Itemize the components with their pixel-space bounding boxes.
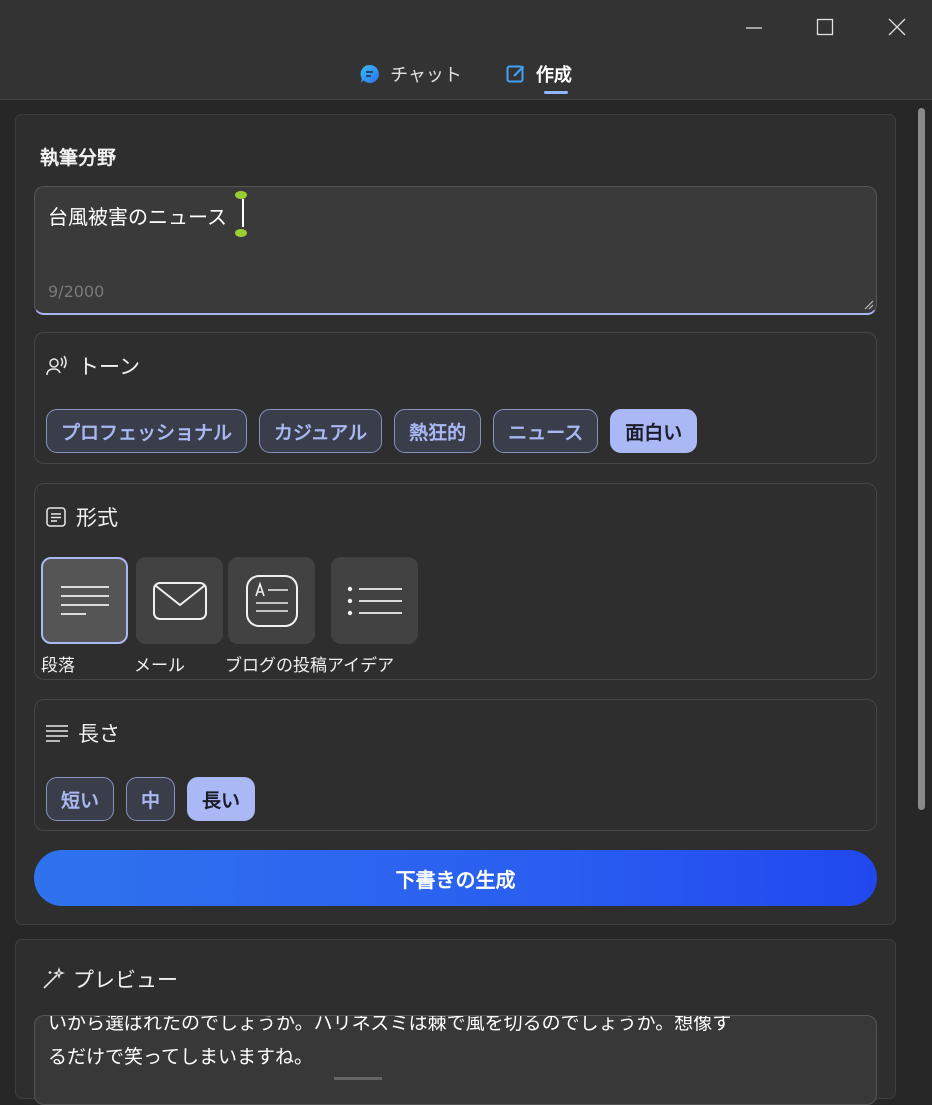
tone-option-professional[interactable]: プロフェッショナル [46, 409, 248, 453]
vertical-scrollbar[interactable] [918, 108, 925, 810]
preview-card: プレビュー いから選ばれたのでしょうか。ハリネズミは棘で風を切るのでしょうか。想… [15, 939, 896, 1105]
blog-post-icon [245, 574, 298, 627]
maximize-icon [816, 18, 834, 36]
resize-grip-icon[interactable] [862, 298, 874, 310]
length-label: 長さ [78, 722, 120, 746]
selection-handle-bottom[interactable] [235, 229, 247, 237]
format-option-mail-label: メール [134, 656, 185, 676]
tab-compose-label: 作成 [535, 65, 572, 86]
format-label: 形式 [76, 506, 118, 530]
minimize-button[interactable] [734, 8, 774, 46]
tone-section: トーン プロフェッショナル カジュアル 熱狂的 ニュース 面白い [34, 332, 877, 464]
preview-text: いから選ばれたのでしょうか。ハリネズミは棘で風を切るのでしょうか。想像す るだけ… [48, 1015, 838, 1074]
generate-draft-button[interactable]: 下書きの生成 [34, 850, 877, 906]
list-icon [347, 586, 402, 615]
tone-options: プロフェッショナル カジュアル 熱狂的 ニュース 面白い [46, 409, 698, 453]
format-section: 形式 段落 メール ブログの投稿 アイデア [34, 483, 877, 680]
format-option-blog-post-label: ブログの投稿 [225, 656, 327, 676]
magic-wand-icon [43, 967, 65, 989]
format-option-paragraph-label: 段落 [41, 656, 75, 676]
tab-chat-label: チャット [390, 65, 462, 86]
char-counter: 9/2000 [48, 282, 105, 301]
close-icon [888, 18, 906, 36]
maximize-button[interactable] [805, 8, 845, 46]
text-caret [242, 199, 244, 227]
preview-text-line-1: いから選ばれたのでしょうか。ハリネズミは棘で風を切るのでしょうか。想像す [48, 1015, 732, 1034]
length-option-medium[interactable]: 中 [126, 777, 176, 821]
length-option-long[interactable]: 長い [187, 777, 256, 821]
tab-chat[interactable]: チャット [360, 58, 462, 90]
format-option-blog-post[interactable] [228, 557, 315, 644]
length-section: 長さ 短い 中 長い [34, 699, 877, 831]
chat-icon [360, 64, 380, 83]
format-option-ideas-label: アイデア [327, 656, 395, 676]
topic-input-value: 台風被害のニュース [48, 205, 227, 229]
tone-option-news[interactable]: ニュース [493, 409, 599, 453]
format-icon [46, 507, 66, 527]
tone-option-enthusiastic[interactable]: 熱狂的 [394, 409, 482, 453]
tab-compose[interactable]: 作成 [506, 58, 572, 94]
voice-icon [46, 355, 67, 376]
close-button[interactable] [877, 8, 917, 46]
paragraph-icon [60, 585, 109, 615]
title-bar: チャット 作成 [0, 0, 932, 100]
length-options: 短い 中 長い [46, 777, 256, 821]
format-option-mail[interactable] [136, 557, 223, 644]
format-option-paragraph[interactable] [41, 557, 128, 644]
minimize-icon [746, 27, 762, 29]
compose-icon [506, 65, 525, 83]
lines-icon [46, 725, 68, 742]
tone-option-casual[interactable]: カジュアル [259, 409, 383, 453]
length-option-short[interactable]: 短い [46, 777, 115, 821]
selection-handle-top[interactable] [235, 191, 247, 199]
compose-card: 執筆分野 台風被害のニュース 9/2000 トーン プロフェッショナル カジュア… [15, 114, 896, 925]
tone-label: トーン [78, 355, 140, 379]
format-option-ideas[interactable] [331, 557, 418, 644]
preview-title: プレビュー [73, 968, 178, 992]
tone-option-funny[interactable]: 面白い [610, 409, 698, 453]
tab-bar: チャット 作成 [0, 58, 932, 98]
preview-text-line-2: るだけで笑ってしまいますね。 [48, 1046, 314, 1068]
section-title: 執筆分野 [40, 147, 117, 169]
topic-input[interactable]: 台風被害のニュース 9/2000 [34, 186, 877, 315]
preview-output[interactable]: いから選ばれたのでしょうか。ハリネズミは棘で風を切るのでしょうか。想像す るだけ… [34, 1015, 877, 1105]
mail-icon [152, 581, 207, 620]
